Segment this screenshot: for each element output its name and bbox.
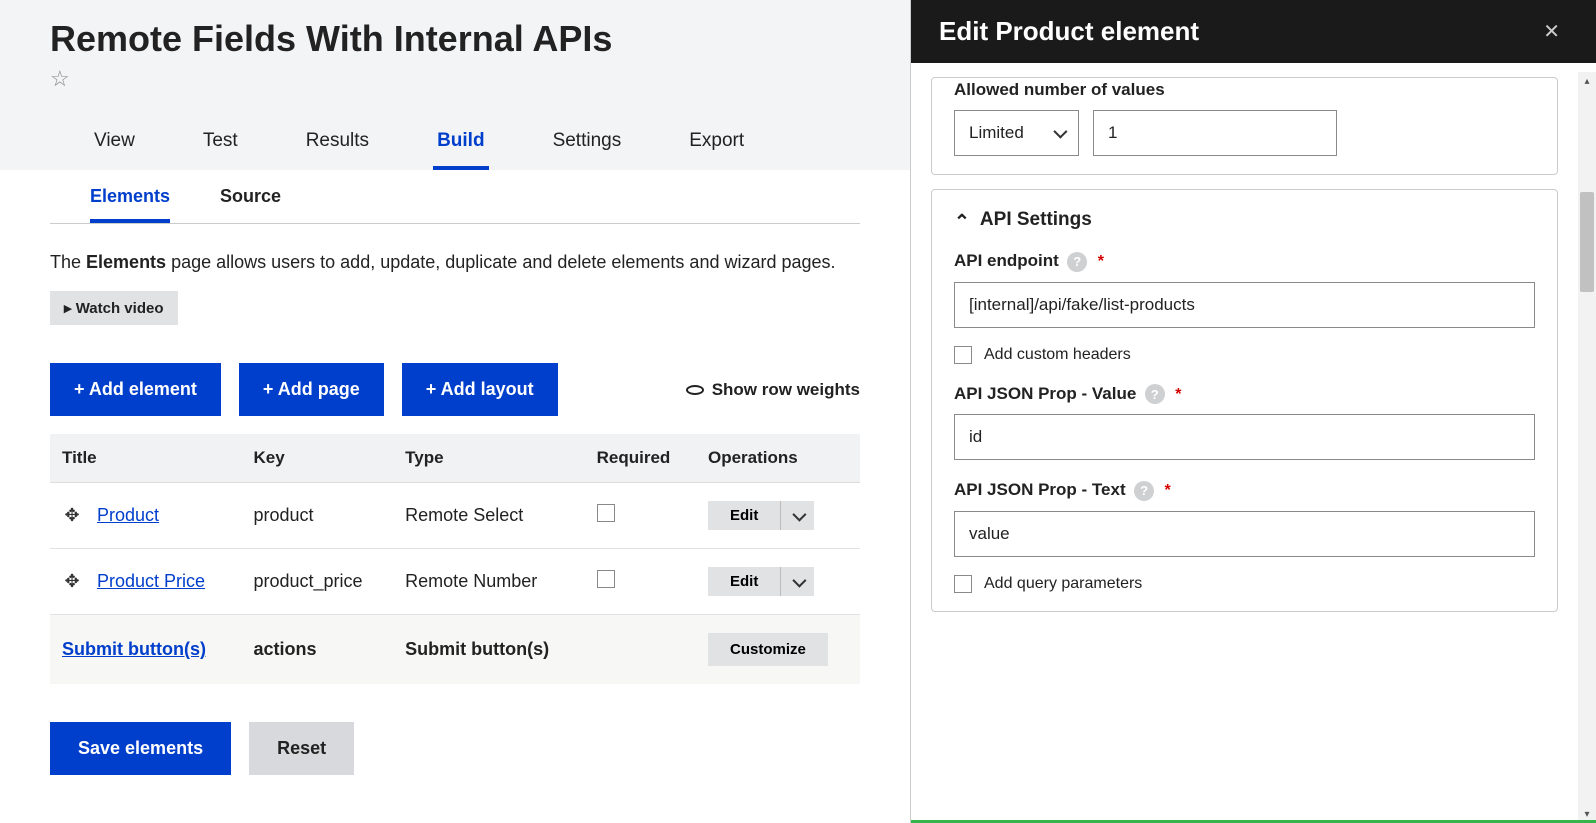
row-key: product_price <box>241 549 393 615</box>
help-icon[interactable]: ? <box>1067 252 1087 272</box>
add-layout-button[interactable]: + Add layout <box>402 363 558 416</box>
th-required: Required <box>585 434 696 483</box>
close-icon[interactable]: ✕ <box>1543 19 1568 44</box>
drag-handle-icon[interactable]: ✥ <box>62 571 82 592</box>
prop-text-label: API JSON Prop - Text <box>954 480 1126 500</box>
tab-view[interactable]: View <box>90 122 139 170</box>
add-element-button[interactable]: + Add element <box>50 363 221 416</box>
main-tabs: View Test Results Build Settings Export <box>50 122 860 170</box>
allowed-mode-value: Limited <box>969 123 1024 143</box>
prop-value-input[interactable] <box>954 414 1535 460</box>
scrollbar-thumb[interactable] <box>1580 192 1594 292</box>
help-icon[interactable]: ? <box>1145 384 1165 404</box>
allowed-mode-select[interactable]: Limited <box>954 110 1079 156</box>
intro-text: The Elements page allows users to add, u… <box>50 252 860 273</box>
side-panel-title: Edit Product element <box>939 16 1199 47</box>
reset-button[interactable]: Reset <box>249 722 354 775</box>
api-settings-label: API Settings <box>980 209 1092 231</box>
required-checkbox[interactable] <box>597 504 615 522</box>
table-row: ✥ Product product Remote Select Edit <box>50 483 860 549</box>
star-icon[interactable]: ☆ <box>50 66 70 92</box>
th-title: Title <box>50 434 241 483</box>
page-title: Remote Fields With Internal APIs <box>50 18 860 60</box>
tab-test[interactable]: Test <box>199 122 242 170</box>
row-title-link[interactable]: Submit button(s) <box>62 639 206 659</box>
api-endpoint-label: API endpoint <box>954 251 1059 271</box>
drag-handle-icon[interactable]: ✥ <box>62 505 82 526</box>
row-title-link[interactable]: Product Price <box>97 571 205 591</box>
table-row: ✥ Product Price product_price Remote Num… <box>50 549 860 615</box>
intro-suffix: page allows users to add, update, duplic… <box>166 252 835 272</box>
edit-dropdown[interactable] <box>780 501 814 530</box>
api-endpoint-input[interactable] <box>954 282 1535 328</box>
chevron-down-icon <box>1054 123 1064 143</box>
subtab-elements[interactable]: Elements <box>90 170 170 223</box>
row-type: Remote Select <box>393 483 584 549</box>
th-key: Key <box>241 434 393 483</box>
edit-button[interactable]: Edit <box>708 567 780 596</box>
api-settings-toggle[interactable]: ⌄ API Settings <box>954 208 1535 231</box>
elements-table: Title Key Type Required Operations ✥ Pro… <box>50 434 860 684</box>
prop-text-input[interactable] <box>954 511 1535 557</box>
row-type: Submit button(s) <box>393 615 584 685</box>
chevron-down-icon <box>793 571 803 592</box>
row-type: Remote Number <box>393 549 584 615</box>
tab-export[interactable]: Export <box>685 122 748 170</box>
query-params-checkbox[interactable] <box>954 575 972 593</box>
side-panel-header: Edit Product element ✕ <box>911 0 1596 63</box>
required-star-icon: * <box>1165 482 1171 499</box>
subtab-source[interactable]: Source <box>220 170 281 223</box>
table-row: Submit button(s) actions Submit button(s… <box>50 615 860 685</box>
customize-button[interactable]: Customize <box>708 633 828 666</box>
save-elements-button[interactable]: Save elements <box>50 722 231 775</box>
row-key: actions <box>241 615 393 685</box>
tab-results[interactable]: Results <box>302 122 373 170</box>
intro-prefix: The <box>50 252 86 272</box>
query-params-label: Add query parameters <box>984 575 1142 593</box>
tab-build[interactable]: Build <box>433 122 489 170</box>
row-key: product <box>241 483 393 549</box>
show-row-weights-toggle[interactable]: Show row weights <box>686 380 860 400</box>
watch-video-button[interactable]: ▸ Watch video <box>50 291 178 325</box>
allowed-value-input[interactable]: 1 <box>1093 110 1337 156</box>
eye-icon <box>686 385 704 395</box>
th-type: Type <box>393 434 584 483</box>
add-page-button[interactable]: + Add page <box>239 363 384 416</box>
edit-button[interactable]: Edit <box>708 501 780 530</box>
scrollbar[interactable]: ▴ ▾ <box>1578 72 1596 823</box>
edit-dropdown[interactable] <box>780 567 814 596</box>
tab-settings[interactable]: Settings <box>549 122 626 170</box>
required-star-icon: * <box>1175 386 1181 403</box>
chevron-up-icon: ⌄ <box>954 208 970 231</box>
intro-bold: Elements <box>86 252 166 272</box>
sub-tabs: Elements Source <box>50 170 860 224</box>
chevron-down-icon <box>793 505 803 526</box>
prop-value-label: API JSON Prop - Value <box>954 384 1136 404</box>
row-title-link[interactable]: Product <box>97 505 159 525</box>
required-star-icon: * <box>1098 253 1104 270</box>
scroll-up-icon[interactable]: ▴ <box>1578 72 1596 90</box>
required-checkbox[interactable] <box>597 570 615 588</box>
custom-headers-label: Add custom headers <box>984 346 1131 364</box>
th-operations: Operations <box>696 434 860 483</box>
help-icon[interactable]: ? <box>1134 481 1154 501</box>
allowed-values-label: Allowed number of values <box>954 80 1165 100</box>
show-row-weights-label: Show row weights <box>712 380 860 400</box>
custom-headers-checkbox[interactable] <box>954 346 972 364</box>
